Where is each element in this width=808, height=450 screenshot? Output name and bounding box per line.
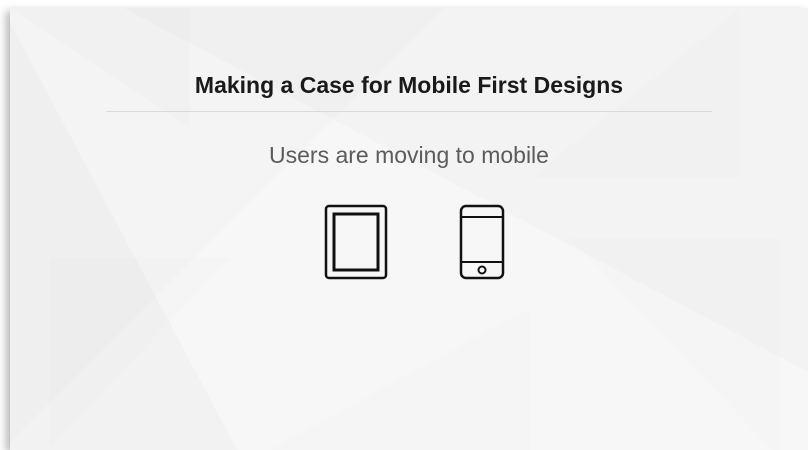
background-facet bbox=[570, 238, 780, 450]
smartphone-icon-graphic bbox=[459, 204, 505, 280]
tablet-icon-graphic bbox=[324, 204, 388, 280]
tablet-icon bbox=[324, 204, 388, 280]
background-facet bbox=[10, 8, 190, 128]
presentation-stage: Making a Case for Mobile First Designs U… bbox=[0, 0, 808, 450]
slide-title: Making a Case for Mobile First Designs bbox=[194, 72, 624, 98]
background-facet bbox=[270, 308, 530, 450]
smartphone-icon bbox=[459, 204, 505, 280]
background-facet bbox=[50, 258, 230, 448]
slide: Making a Case for Mobile First Designs U… bbox=[10, 8, 808, 450]
slide-subtitle: Users are moving to mobile bbox=[269, 142, 549, 168]
title-divider bbox=[106, 111, 712, 112]
